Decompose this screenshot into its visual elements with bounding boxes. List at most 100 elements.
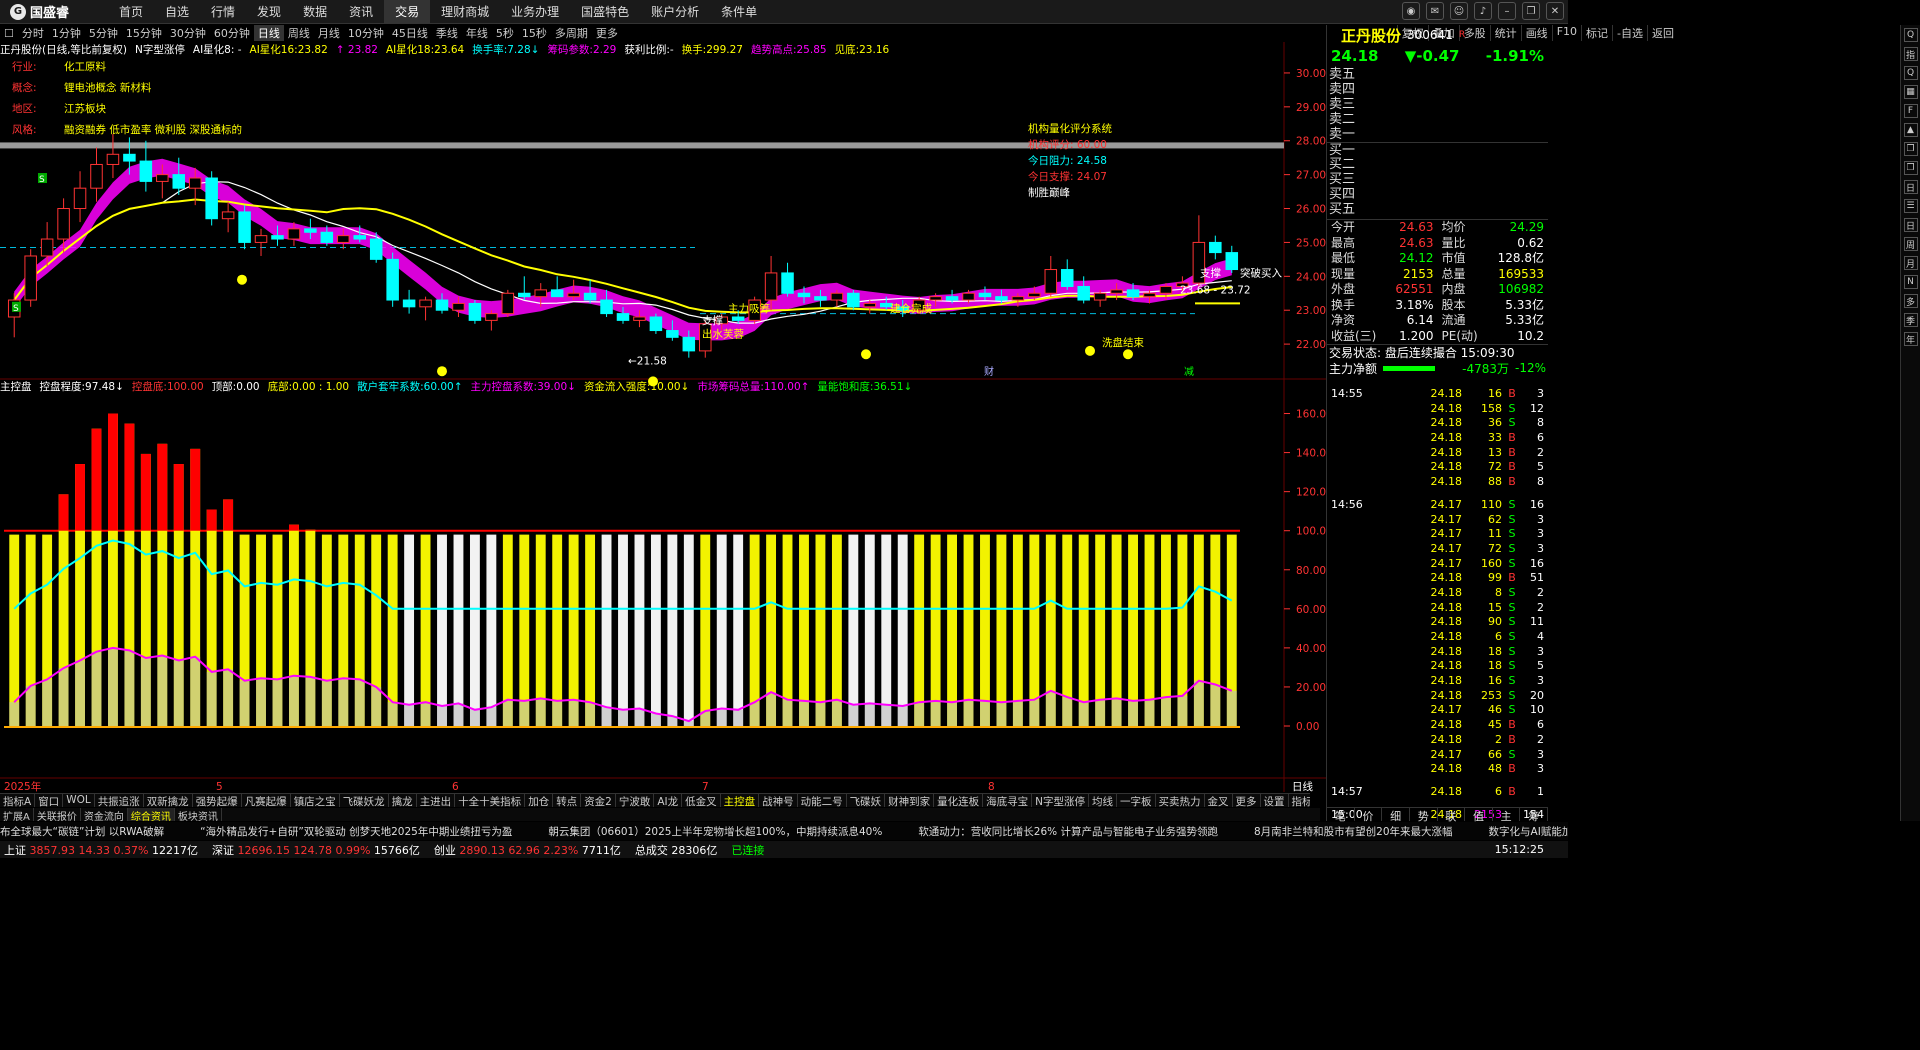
quote-tab-4[interactable]: 联 bbox=[1438, 808, 1466, 823]
indicator-tab-5[interactable]: 强势起爆 bbox=[193, 794, 242, 807]
menu-item-1[interactable]: 自选 bbox=[154, 0, 200, 24]
cy-index-label[interactable]: 创业 bbox=[434, 844, 456, 857]
sz-index-label[interactable]: 深证 bbox=[212, 844, 234, 857]
sidebar-button-12[interactable]: 月 bbox=[1903, 256, 1918, 270]
menu-item-11[interactable]: 条件单 bbox=[710, 0, 768, 24]
sidebar-button-0[interactable]: Q bbox=[1903, 28, 1918, 42]
extension-tab-2[interactable]: 资金流向 bbox=[81, 808, 128, 823]
tool-button-7[interactable]: -自选 bbox=[1612, 25, 1647, 41]
indicator-tab-22[interactable]: 财神到家 bbox=[885, 794, 935, 807]
menu-item-8[interactable]: 业务办理 bbox=[500, 0, 570, 24]
sidebar-button-8[interactable]: 日 bbox=[1903, 180, 1918, 194]
orderbook-level-4[interactable]: 卖一 bbox=[1327, 127, 1548, 142]
period-tab-15[interactable]: 多周期 bbox=[551, 25, 592, 41]
orderbook-level-2[interactable]: 卖三 bbox=[1327, 97, 1548, 112]
indicator-tab-28[interactable]: 买卖热力 bbox=[1156, 794, 1205, 807]
quote-tab-2[interactable]: 细 bbox=[1382, 808, 1410, 823]
orderbook-level-7[interactable]: 买三 bbox=[1327, 172, 1548, 187]
period-tab-3[interactable]: 15分钟 bbox=[122, 25, 166, 41]
orderbook-level-1[interactable]: 卖四 bbox=[1327, 82, 1548, 97]
orderbook-level-5[interactable]: 买一 bbox=[1327, 142, 1548, 158]
sidebar-button-6[interactable]: ❐ bbox=[1903, 142, 1918, 156]
indicator-tab-24[interactable]: 海底寻宝 bbox=[983, 794, 1033, 807]
sidebar-button-15[interactable]: 季 bbox=[1903, 313, 1918, 327]
period-tab-12[interactable]: 年线 bbox=[462, 25, 492, 41]
indicator-tab-20[interactable]: 动能二号 bbox=[798, 794, 847, 807]
indicator-tab-13[interactable]: 转点 bbox=[553, 794, 582, 807]
indicator-tab-32[interactable]: 指标B bbox=[1289, 794, 1310, 807]
skin-icon[interactable]: ☺ bbox=[1450, 2, 1468, 20]
quote-tab-7[interactable]: 筹 bbox=[1520, 808, 1548, 823]
mail-icon[interactable]: ✉ bbox=[1426, 2, 1444, 20]
orderbook-level-0[interactable]: 卖五 bbox=[1327, 67, 1548, 82]
news-item-4[interactable]: 8月南非兰特和股市有望创20年来最大涨幅 bbox=[1254, 824, 1453, 839]
indicator-tab-21[interactable]: 飞碟妖 bbox=[847, 794, 886, 807]
minimize-icon[interactable]: – bbox=[1498, 2, 1516, 20]
sidebar-button-10[interactable]: 日 bbox=[1903, 218, 1918, 232]
indicator-tab-18[interactable]: 主控盘 bbox=[721, 794, 760, 807]
quote-tab-6[interactable]: 主 bbox=[1493, 808, 1521, 823]
indicator-tab-7[interactable]: 镇店之宝 bbox=[291, 794, 340, 807]
period-tab-5[interactable]: 60分钟 bbox=[210, 25, 254, 41]
sidebar-button-1[interactable]: 指 bbox=[1903, 47, 1918, 61]
menu-item-9[interactable]: 国盛特色 bbox=[570, 0, 640, 24]
orderbook-level-9[interactable]: 买五 bbox=[1327, 202, 1548, 217]
menu-item-4[interactable]: 数据 bbox=[292, 0, 338, 24]
extension-tab-0[interactable]: 扩展A bbox=[0, 808, 34, 823]
period-tab-9[interactable]: 10分钟 bbox=[344, 25, 388, 41]
period-tab-16[interactable]: 更多 bbox=[592, 25, 622, 41]
news-item-3[interactable]: 软通动力：营收同比增长26% 计算产品与智能电子业务强势领跑 bbox=[918, 824, 1218, 839]
period-tab-13[interactable]: 5秒 bbox=[492, 25, 518, 41]
indicator-tab-8[interactable]: 飞碟妖龙 bbox=[340, 794, 389, 807]
menu-item-5[interactable]: 资讯 bbox=[338, 0, 384, 24]
indicator-tab-4[interactable]: 双新擒龙 bbox=[144, 794, 193, 807]
kline-chart[interactable]: 30.00 29.00 28.00 27.00 26.00 25.00 24.00 23.00… bbox=[0, 42, 1326, 792]
period-tab-4[interactable]: 30分钟 bbox=[166, 25, 210, 41]
indicator-tab-2[interactable]: WOL bbox=[63, 794, 95, 807]
menu-item-6[interactable]: 交易 bbox=[384, 0, 431, 24]
quote-tab-5[interactable]: 值 bbox=[1465, 808, 1493, 823]
indicator-tab-16[interactable]: AI龙 bbox=[654, 794, 683, 807]
menu-item-3[interactable]: 发现 bbox=[246, 0, 292, 24]
quote-tab-3[interactable]: 势 bbox=[1410, 808, 1438, 823]
sidebar-button-11[interactable]: 周 bbox=[1903, 237, 1918, 251]
indicator-tab-11[interactable]: 十全十美指标 bbox=[455, 794, 526, 807]
sidebar-button-7[interactable]: ❐ bbox=[1903, 161, 1918, 175]
sidebar-button-4[interactable]: F bbox=[1903, 104, 1918, 118]
indicator-tab-6[interactable]: 凡赛起爆 bbox=[242, 794, 291, 807]
indicator-tab-17[interactable]: 低金叉 bbox=[682, 794, 721, 807]
menu-item-0[interactable]: 首页 bbox=[108, 0, 154, 24]
menu-item-10[interactable]: 账户分析 bbox=[640, 0, 710, 24]
indicator-tab-23[interactable]: 量化连板 bbox=[934, 794, 984, 807]
sidebar-button-3[interactable]: ▦ bbox=[1903, 85, 1918, 99]
restore-icon[interactable]: ❐ bbox=[1522, 2, 1540, 20]
service-icon[interactable]: ♪ bbox=[1474, 2, 1492, 20]
sidebar-button-13[interactable]: N bbox=[1903, 275, 1918, 289]
period-tab-7[interactable]: 周线 bbox=[284, 25, 314, 41]
extension-tab-3[interactable]: 综合资讯 bbox=[127, 808, 175, 823]
sidebar-button-9[interactable]: ☰ bbox=[1903, 199, 1918, 213]
sidebar-button-2[interactable]: Q bbox=[1903, 66, 1918, 80]
menu-item-7[interactable]: 理财商城 bbox=[430, 0, 500, 24]
sh-index-label[interactable]: 上证 bbox=[4, 844, 26, 857]
tool-button-5[interactable]: F10 bbox=[1551, 25, 1581, 41]
orderbook-level-8[interactable]: 买四 bbox=[1327, 187, 1548, 202]
indicator-tab-29[interactable]: 金叉 bbox=[1205, 794, 1233, 807]
indicator-tab-9[interactable]: 擒龙 bbox=[389, 794, 417, 807]
indicator-tab-26[interactable]: 均线 bbox=[1089, 794, 1118, 807]
news-item-0[interactable]: 布全球最大“碳链”计划 以RWA破解 bbox=[0, 824, 164, 839]
quote-tab-0[interactable]: 笔 bbox=[1327, 808, 1355, 823]
sidebar-button-16[interactable]: 年 bbox=[1903, 332, 1918, 346]
indicator-tab-14[interactable]: 资金2 bbox=[581, 794, 616, 807]
period-tab-14[interactable]: 15秒 bbox=[518, 25, 551, 41]
orderbook-level-3[interactable]: 卖二 bbox=[1327, 112, 1548, 127]
close-icon[interactable]: ✕ bbox=[1546, 2, 1564, 20]
period-tab-2[interactable]: 5分钟 bbox=[85, 25, 122, 41]
message-icon[interactable]: ◉ bbox=[1402, 2, 1420, 20]
period-tab-8[interactable]: 月线 bbox=[314, 25, 344, 41]
indicator-tab-30[interactable]: 更多 bbox=[1233, 794, 1261, 807]
period-tab-11[interactable]: 季线 bbox=[432, 25, 462, 41]
orderbook-level-6[interactable]: 买二 bbox=[1327, 157, 1548, 172]
indicator-tab-12[interactable]: 加仓 bbox=[525, 794, 554, 807]
indicator-tab-25[interactable]: N字型涨停 bbox=[1032, 794, 1090, 807]
